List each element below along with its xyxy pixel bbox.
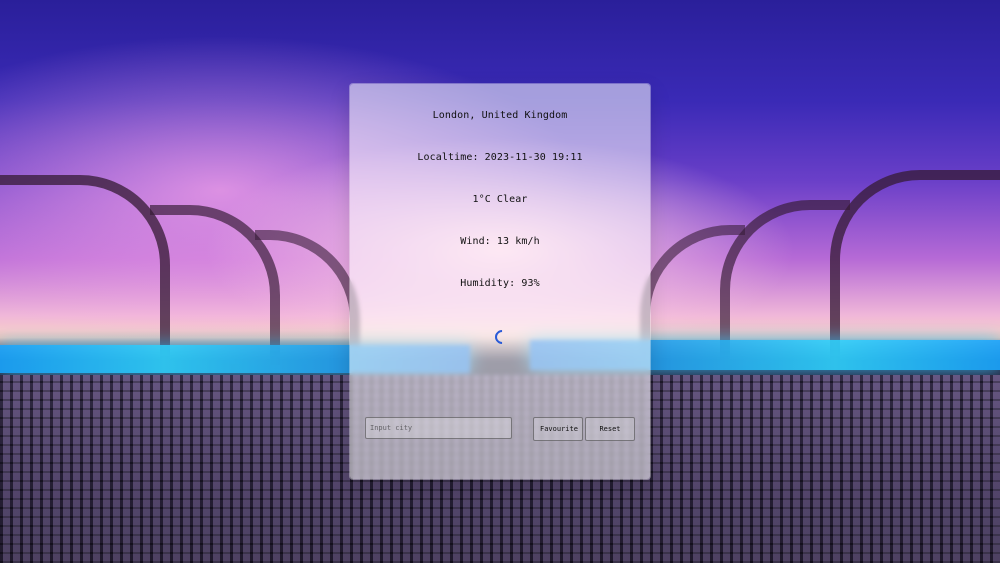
loading-spinner-icon — [492, 327, 512, 347]
bridge-arch-left — [255, 230, 360, 360]
favourite-button[interactable]: Favourite — [533, 417, 583, 441]
city-input[interactable] — [365, 417, 512, 439]
temperature-condition-text: 1°C Clear — [472, 194, 528, 205]
reset-button[interactable]: Reset — [585, 417, 635, 441]
bridge-arch-right — [640, 225, 745, 355]
location-text: London, United Kingdom — [432, 110, 568, 121]
weather-panel: London, United Kingdom Localtime: 2023-1… — [350, 84, 650, 479]
humidity-text: Humidity: 93% — [460, 278, 540, 289]
wind-text: Wind: 13 km/h — [460, 236, 540, 247]
localtime-text: Localtime: 2023-11-30 19:11 — [417, 152, 583, 163]
city-controls: Favourite Reset — [365, 417, 635, 441]
